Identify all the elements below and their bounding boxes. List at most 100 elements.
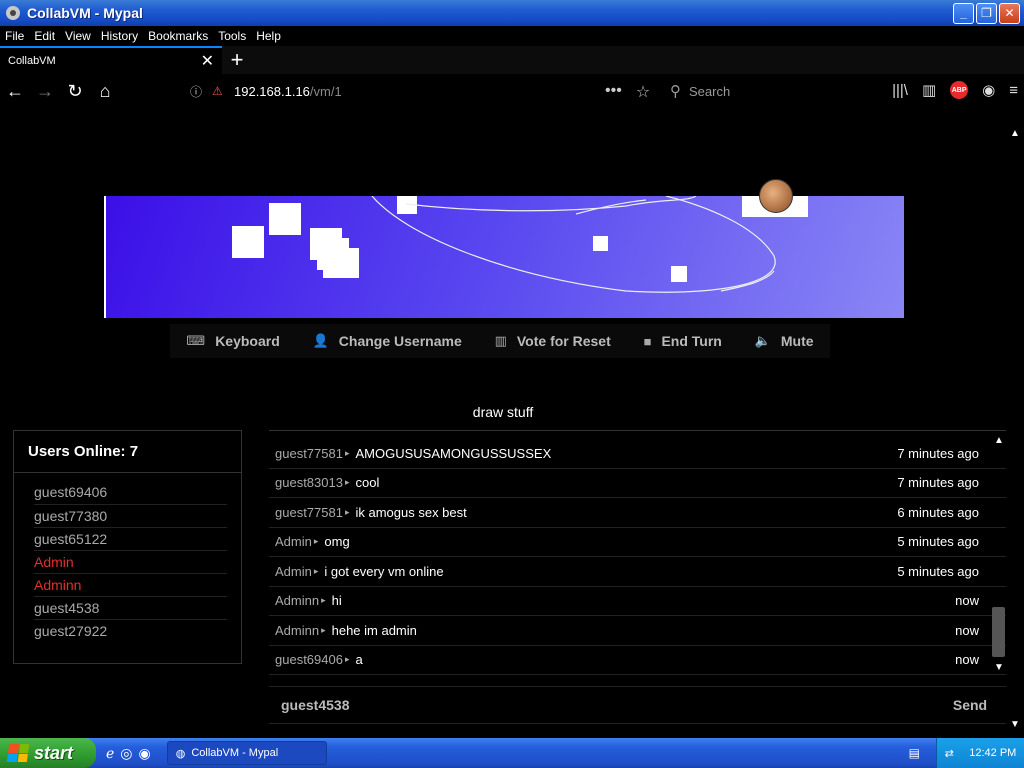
user-item[interactable]: guest4538: [34, 596, 227, 619]
minimize-icon[interactable]: _: [953, 2, 974, 24]
browser-icon[interactable]: ◎: [120, 745, 132, 762]
end-turn-button[interactable]: ■ End Turn: [644, 333, 722, 349]
windows-flag-icon: [6, 744, 30, 762]
arrow-icon: ▸: [321, 624, 326, 635]
scroll-thumb[interactable]: [992, 607, 1005, 657]
sidebar-icon[interactable]: ▥: [922, 81, 936, 99]
chat-username[interactable]: Adminn: [275, 593, 319, 608]
chat-username[interactable]: guest77581: [275, 446, 343, 461]
close-icon[interactable]: ✕: [999, 2, 1020, 24]
chat-time: now: [955, 593, 979, 609]
chat-time: 5 minutes ago: [897, 563, 979, 579]
search-input[interactable]: ⚲ Search: [670, 81, 860, 101]
chat-username[interactable]: guest83013: [275, 475, 343, 490]
vm-motd: draw stuff: [472, 404, 534, 420]
scroll-down-icon[interactable]: ▼: [994, 662, 1004, 673]
chat-time: now: [955, 622, 979, 638]
home-icon[interactable]: ⌂: [90, 81, 120, 102]
chat-text: i got every vm online: [324, 563, 444, 579]
chat-username[interactable]: Admin: [275, 564, 312, 579]
app-icon: ◍: [175, 747, 186, 760]
keyboard-layout-icon[interactable]: ▤: [909, 746, 920, 760]
tab-strip: CollabVM ✕ +: [0, 46, 1024, 74]
chat-input-row: guest4538 Send: [269, 686, 1007, 724]
network-icon[interactable]: ⇄: [945, 747, 954, 760]
chat-username[interactable]: guest77581: [275, 505, 343, 520]
user-item-admin[interactable]: Adminn: [34, 573, 227, 596]
taskbar-item-label: CollabVM - Mypal: [191, 747, 279, 759]
user-item[interactable]: guest27922: [34, 619, 227, 642]
chart-icon: ▥: [494, 333, 507, 348]
user-item[interactable]: guest69406: [34, 481, 227, 504]
hamburger-menu-icon[interactable]: ≡: [1009, 82, 1018, 99]
chat-time: 7 minutes ago: [897, 475, 979, 491]
forward-icon[interactable]: →: [30, 81, 60, 102]
menu-edit[interactable]: Edit: [29, 29, 60, 43]
start-button[interactable]: start: [0, 738, 96, 768]
info-icon[interactable]: ⓘ: [190, 83, 206, 100]
user-item[interactable]: guest65122: [34, 527, 227, 550]
chat-time: now: [955, 652, 979, 668]
arrow-icon: ▸: [344, 654, 350, 665]
page-scrollbar[interactable]: ▲ ▼: [1006, 108, 1024, 738]
close-tab-icon[interactable]: ✕: [201, 51, 214, 71]
url-bar[interactable]: ⓘ ⚠ 192.168.1.16 /vm/1: [190, 74, 342, 108]
menu-bookmarks[interactable]: Bookmarks: [143, 29, 213, 43]
back-icon[interactable]: ←: [0, 81, 30, 102]
chat-message: guest69406 ▸ a now: [269, 646, 1007, 675]
user-icon: 👤: [312, 333, 329, 348]
mute-button[interactable]: 🔈 Mute: [755, 333, 814, 349]
adblock-icon[interactable]: ABP: [950, 81, 969, 99]
chat-message: guest77581 ▸ AMOGUSUSAMONGUSSUSSEX 7 minu…: [269, 439, 1007, 469]
window-title: CollabVM - Mypal: [27, 5, 143, 21]
bookmark-star-icon[interactable]: ☆: [636, 82, 650, 102]
taskbar-item-collabvm[interactable]: ◍ CollabVM - Mypal: [166, 741, 327, 765]
keyboard-button[interactable]: ⌨ Keyboard: [186, 333, 279, 349]
chat-message-input[interactable]: [361, 687, 933, 723]
more-actions-icon[interactable]: •••: [605, 82, 622, 102]
chat-username[interactable]: Admin: [275, 534, 312, 549]
vm-display[interactable]: [104, 196, 904, 318]
browser-tools: |||\ ▥ ABP ◉ ≡: [892, 81, 1018, 99]
users-list: guest69406 guest77380 guest65122 Admin A…: [14, 473, 241, 642]
chat-username[interactable]: Adminn: [275, 623, 319, 638]
scroll-up-icon[interactable]: ▲: [994, 435, 1004, 446]
send-button[interactable]: Send: [933, 697, 1007, 713]
chat-time: 5 minutes ago: [897, 534, 979, 550]
chat-panel: guest77581 ▸ AMOGUSUSAMONGUSSUSSEX 7 minu…: [269, 430, 1007, 676]
ie-icon[interactable]: ℯ: [106, 745, 114, 762]
menu-help[interactable]: Help: [251, 29, 286, 43]
insecure-lock-icon[interactable]: ⚠: [212, 84, 228, 98]
menu-tools[interactable]: Tools: [213, 29, 251, 43]
chat-username[interactable]: guest69406: [275, 652, 343, 667]
scroll-down-icon[interactable]: ▼: [1010, 719, 1020, 730]
vm-toolbar: ⌨ Keyboard 👤 Change Username ▥ Vote for …: [170, 324, 830, 358]
page-content: ⌨ Keyboard 👤 Change Username ▥ Vote for …: [0, 108, 1024, 738]
library-icon[interactable]: |||\: [892, 82, 908, 99]
app-icon: [6, 6, 20, 20]
tab-collabvm[interactable]: CollabVM ✕: [0, 46, 222, 74]
menu-file[interactable]: File: [0, 29, 29, 43]
vote-reset-button[interactable]: ▥ Vote for Reset: [495, 333, 611, 349]
menu-history[interactable]: History: [96, 29, 143, 43]
clock[interactable]: 12:42 PM: [969, 747, 1016, 759]
restore-icon[interactable]: ❐: [976, 2, 997, 24]
arrow-icon: ▸: [344, 477, 350, 488]
reload-icon[interactable]: ↻: [60, 81, 90, 102]
media-icon[interactable]: ◉: [139, 745, 151, 762]
chat-text: hi: [331, 593, 342, 609]
new-tab-icon[interactable]: +: [222, 47, 252, 73]
change-username-button[interactable]: 👤 Change Username: [313, 333, 462, 349]
chat-message: Admin ▸ i got every vm online 5 minutes a…: [269, 557, 1007, 587]
stop-icon: ■: [643, 333, 652, 349]
chat-scrollbar[interactable]: ▲ ▼: [990, 431, 1007, 676]
current-username: guest4538: [281, 697, 350, 713]
scroll-up-icon[interactable]: ▲: [1010, 128, 1020, 139]
extension-mask-icon[interactable]: ◉: [982, 81, 995, 99]
user-item-admin[interactable]: Admin: [34, 550, 227, 573]
tab-label: CollabVM: [8, 55, 56, 67]
url-host: 192.168.1.16: [234, 83, 310, 99]
user-item[interactable]: guest77380: [34, 504, 227, 527]
menu-view[interactable]: View: [60, 29, 96, 43]
chat-message: guest83013 ▸ cool 7 minutes ago: [269, 469, 1007, 498]
